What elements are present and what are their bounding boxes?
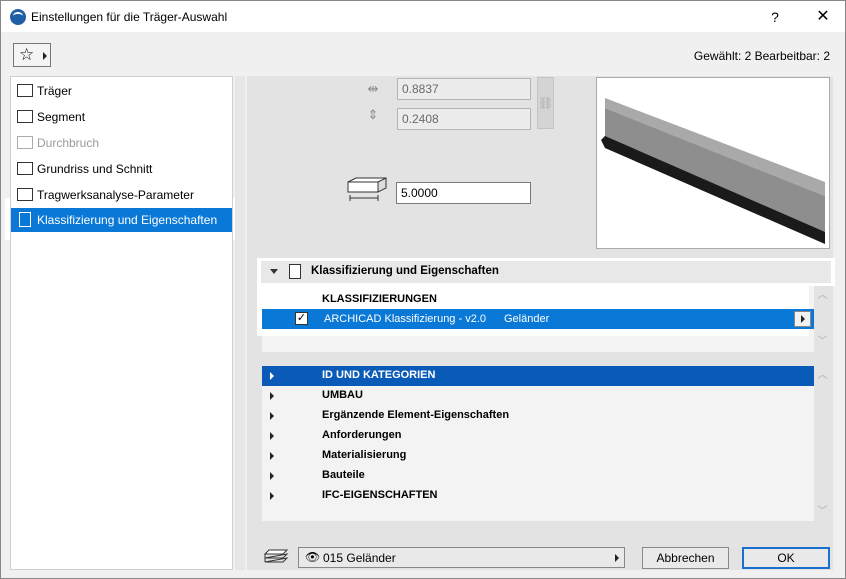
nav-item-segment[interactable]: Segment	[11, 105, 232, 129]
beam-3d-preview	[596, 77, 830, 249]
height-icon: ⇕	[367, 107, 379, 122]
settings-nav-panel: Träger Segment Durchbruch Grundriss und …	[10, 76, 233, 570]
chevron-right-icon	[270, 372, 274, 380]
classification-system: ARCHICAD Klassifizierung - v2.0	[324, 313, 486, 325]
classification-picker-button[interactable]	[794, 311, 811, 327]
segment-icon	[17, 110, 33, 123]
scroll-up-icon[interactable]: ︿	[814, 370, 831, 382]
eye-icon: 👁	[305, 550, 321, 564]
property-group-label: Materialisierung	[322, 449, 407, 461]
property-group-row[interactable]: IFC-EIGENSCHAFTEN	[262, 486, 814, 506]
nav-item-label: Klassifizierung und Eigenschaften	[37, 213, 218, 227]
chevron-right-icon	[270, 412, 274, 420]
chevron-right-icon	[270, 492, 274, 500]
property-group-row[interactable]: Bauteile	[262, 466, 814, 486]
nav-item-traeger[interactable]: Träger	[11, 79, 232, 103]
chevron-right-icon	[270, 472, 274, 480]
floorplan-icon	[17, 162, 33, 175]
section-header-bar[interactable]: Klassifizierung und Eigenschaften	[261, 261, 831, 283]
property-group-row[interactable]: Ergänzende Element-Eigenschaften	[262, 406, 814, 426]
property-group-row[interactable]: UMBAU	[262, 386, 814, 406]
layer-value: 015 Geländer	[323, 551, 396, 565]
classification-checkbox[interactable]: ✓	[295, 312, 308, 325]
classification-section-header: Klassifizierung und Eigenschaften	[257, 258, 835, 286]
chevron-right-icon	[270, 392, 274, 400]
nav-item-label: Tragwerksanalyse-Parameter	[37, 188, 194, 202]
nav-scrollbar[interactable]	[235, 76, 245, 570]
classification-heading: KLASSIFIZIERUNGEN	[322, 293, 437, 305]
favorites-button[interactable]: ☆	[13, 43, 51, 67]
property-group-label: Anforderungen	[322, 429, 402, 441]
help-button[interactable]: ?	[761, 3, 789, 31]
layer-select[interactable]: 👁 015 Geländer	[298, 547, 625, 568]
property-group-label: ID UND KATEGORIEN	[322, 369, 436, 381]
chevron-right-icon	[615, 554, 619, 562]
scroll-down-icon[interactable]: ﹀	[814, 506, 831, 518]
title-bar: Einstellungen für die Träger-Auswahl ? ✕	[1, 1, 845, 32]
classification-value: Geländer	[504, 313, 550, 325]
selection-info: Gewählt: 2 Bearbeitbar: 2	[693, 49, 830, 63]
layers-icon	[263, 549, 289, 563]
properties-scrollbar[interactable]: ︿ ﹀	[814, 366, 831, 521]
nav-item-klassifizierung[interactable]: Klassifizierung und Eigenschaften	[11, 208, 232, 232]
scroll-down-icon[interactable]: ﹀	[814, 336, 831, 348]
archicad-logo-icon	[10, 9, 26, 25]
beam-length-icon	[347, 177, 387, 201]
hole-icon	[17, 136, 33, 149]
property-group-row[interactable]: Materialisierung	[262, 446, 814, 466]
chevron-right-icon	[43, 52, 47, 60]
structural-analysis-icon	[17, 188, 33, 201]
classification-scrollbar[interactable]: ︿ ﹀	[814, 286, 831, 352]
star-icon: ☆	[19, 45, 35, 64]
nav-item-label: Segment	[37, 110, 86, 124]
cancel-button[interactable]: Abbrechen	[642, 547, 729, 569]
chevron-right-icon	[270, 452, 274, 460]
property-group-label: UMBAU	[322, 389, 363, 401]
settings-dialog: Einstellungen für die Träger-Auswahl ? ✕…	[0, 0, 846, 579]
property-group-label: IFC-EIGENSCHAFTEN	[322, 489, 438, 501]
width-icon: ⇹	[367, 81, 379, 96]
window-title: Einstellungen für die Träger-Auswahl	[31, 10, 228, 24]
nav-item-grundriss[interactable]: Grundriss und Schnitt	[11, 157, 232, 181]
section-title: Klassifizierung und Eigenschaften	[311, 265, 499, 277]
chevron-right-icon	[270, 432, 274, 440]
property-group-label: Bauteile	[322, 469, 365, 481]
height-field[interactable]: 0.2408	[397, 108, 531, 130]
nav-item-tragwerksanalyse[interactable]: Tragwerksanalyse-Parameter	[11, 183, 232, 207]
length-field[interactable]: 5.0000	[396, 182, 531, 204]
nav-item-label: Träger	[37, 84, 72, 98]
classification-row[interactable]: ✓ ARCHICAD Klassifizierung - v2.0 Geländ…	[262, 309, 814, 329]
beam-icon	[17, 84, 33, 97]
link-chain-icon[interactable]: ⛓	[537, 77, 554, 129]
property-group-row[interactable]: Anforderungen	[262, 426, 814, 446]
close-button[interactable]: ✕	[807, 3, 839, 31]
property-group-label: Ergänzende Element-Eigenschaften	[322, 409, 510, 421]
nav-item-label: Durchbruch	[37, 136, 100, 150]
nav-item-label: Grundriss und Schnitt	[37, 162, 153, 176]
beam-preview-image	[601, 98, 825, 244]
document-icon	[289, 264, 301, 279]
ok-button[interactable]: OK	[742, 547, 830, 569]
width-field[interactable]: 0.8837	[397, 78, 531, 100]
document-icon	[19, 212, 31, 227]
caret-down-icon	[270, 269, 278, 274]
scroll-up-icon[interactable]: ︿	[814, 290, 831, 302]
property-group-row[interactable]: ID UND KATEGORIEN	[262, 366, 814, 386]
nav-item-durchbruch: Durchbruch	[11, 131, 232, 155]
